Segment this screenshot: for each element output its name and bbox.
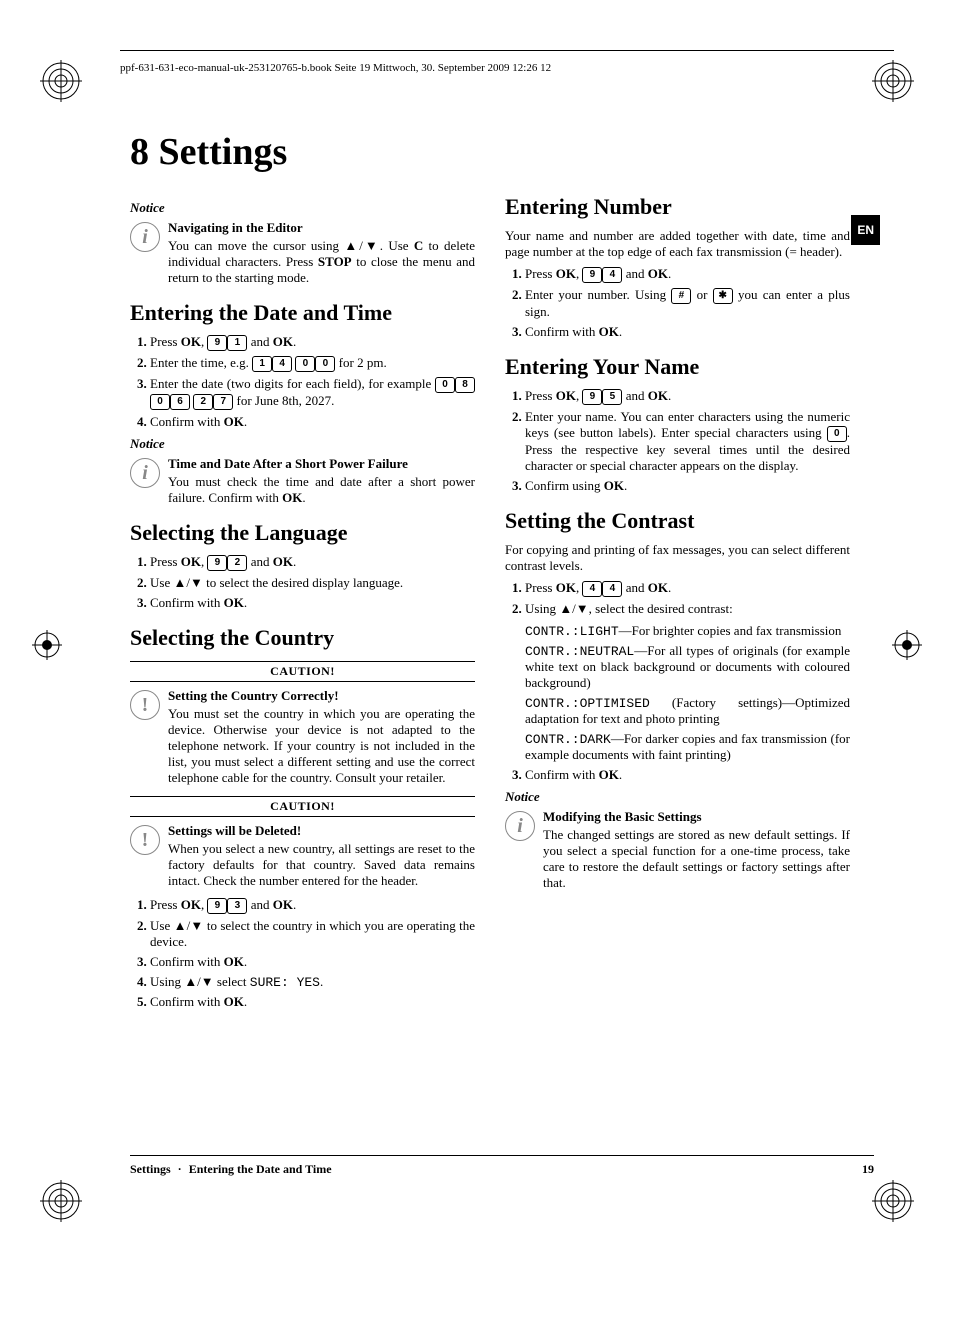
steps-country: Press OK, 93 and OK. Use ▲/▼ to select t… xyxy=(130,897,475,1010)
intro-number: Your name and number are added together … xyxy=(505,228,850,260)
corner-mark-tr xyxy=(872,60,914,102)
notice-title: Navigating in the Editor xyxy=(168,220,475,236)
left-column: Notice i Navigating in the Editor You ca… xyxy=(130,194,475,1016)
heading-language: Selecting the Language xyxy=(130,520,475,546)
contrast-option-neutral: CONTR.:NEUTRAL—For all types of original… xyxy=(525,643,850,691)
notice-body: You must check the time and date after a… xyxy=(168,474,475,506)
heading-name: Entering Your Name xyxy=(505,354,850,380)
header-rule xyxy=(120,50,894,51)
corner-mark-bl xyxy=(40,1180,82,1222)
notice-label: Notice xyxy=(130,200,475,216)
notice-label: Notice xyxy=(505,789,850,805)
heading-number: Entering Number xyxy=(505,194,850,220)
caution-title: Setting the Country Correctly! xyxy=(168,688,475,704)
notice-label: Notice xyxy=(130,436,475,452)
language-badge: EN xyxy=(851,215,880,245)
steps-name: Press OK, 95 and OK. Enter your name. Yo… xyxy=(505,388,850,494)
footer-subsection: Entering the Date and Time xyxy=(189,1162,332,1176)
warning-icon: ! xyxy=(130,825,160,855)
steps-contrast: Press OK, 44 and OK. Using ▲/▼, select t… xyxy=(505,580,850,617)
notice-title: Time and Date After a Short Power Failur… xyxy=(168,456,475,472)
warning-icon: ! xyxy=(130,690,160,720)
intro-contrast: For copying and printing of fax messages… xyxy=(505,542,850,574)
reg-mark-right xyxy=(892,630,922,660)
caution-body: You must set the country in which you ar… xyxy=(168,706,475,786)
caution-banner: CAUTION! xyxy=(130,796,475,817)
contrast-option-dark: CONTR.:DARK—For darker copies and fax tr… xyxy=(525,731,850,763)
reg-mark-left xyxy=(32,630,62,660)
steps-contrast-cont: Confirm with OK. xyxy=(505,767,850,783)
footer-section: Settings xyxy=(130,1162,171,1176)
caution-banner: CAUTION! xyxy=(130,661,475,682)
key-9: 9 xyxy=(207,335,227,351)
notice-body: The changed settings are stored as new d… xyxy=(543,827,850,891)
steps-number: Press OK, 94 and OK. Enter your number. … xyxy=(505,266,850,340)
heading-date-time: Entering the Date and Time xyxy=(130,300,475,326)
key-hash: # xyxy=(671,288,691,304)
notice-body: You can move the cursor using ▲/▼. Use C… xyxy=(168,238,475,286)
heading-contrast: Setting the Contrast xyxy=(505,508,850,534)
heading-country: Selecting the Country xyxy=(130,625,475,651)
corner-mark-tl xyxy=(40,60,82,102)
header-text: ppf-631-631-eco-manual-uk-253120765-b.bo… xyxy=(120,62,551,74)
right-column: Entering Number Your name and number are… xyxy=(505,194,850,1016)
page-footer: Settings · Entering the Date and Time 19 xyxy=(130,1155,874,1177)
info-icon: i xyxy=(130,222,160,252)
steps-date-time: Press OK, 91 and OK. Enter the time, e.g… xyxy=(130,334,475,430)
page-number: 19 xyxy=(862,1162,874,1177)
caution-body: When you select a new country, all setti… xyxy=(168,841,475,889)
notice-title: Modifying the Basic Settings xyxy=(543,809,850,825)
corner-mark-br xyxy=(872,1180,914,1222)
chapter-title: 8 Settings xyxy=(130,130,850,174)
key-1: 1 xyxy=(227,335,247,351)
caution-title: Settings will be Deleted! xyxy=(168,823,475,839)
key-star: ✱ xyxy=(713,288,733,304)
info-icon: i xyxy=(130,458,160,488)
contrast-option-optimised: CONTR.:OPTIMISED (Factory settings)—Opti… xyxy=(525,695,850,727)
info-icon: i xyxy=(505,811,535,841)
contrast-option-light: CONTR.:LIGHT—For brighter copies and fax… xyxy=(525,623,850,639)
steps-language: Press OK, 92 and OK. Use ▲/▼ to select t… xyxy=(130,554,475,611)
